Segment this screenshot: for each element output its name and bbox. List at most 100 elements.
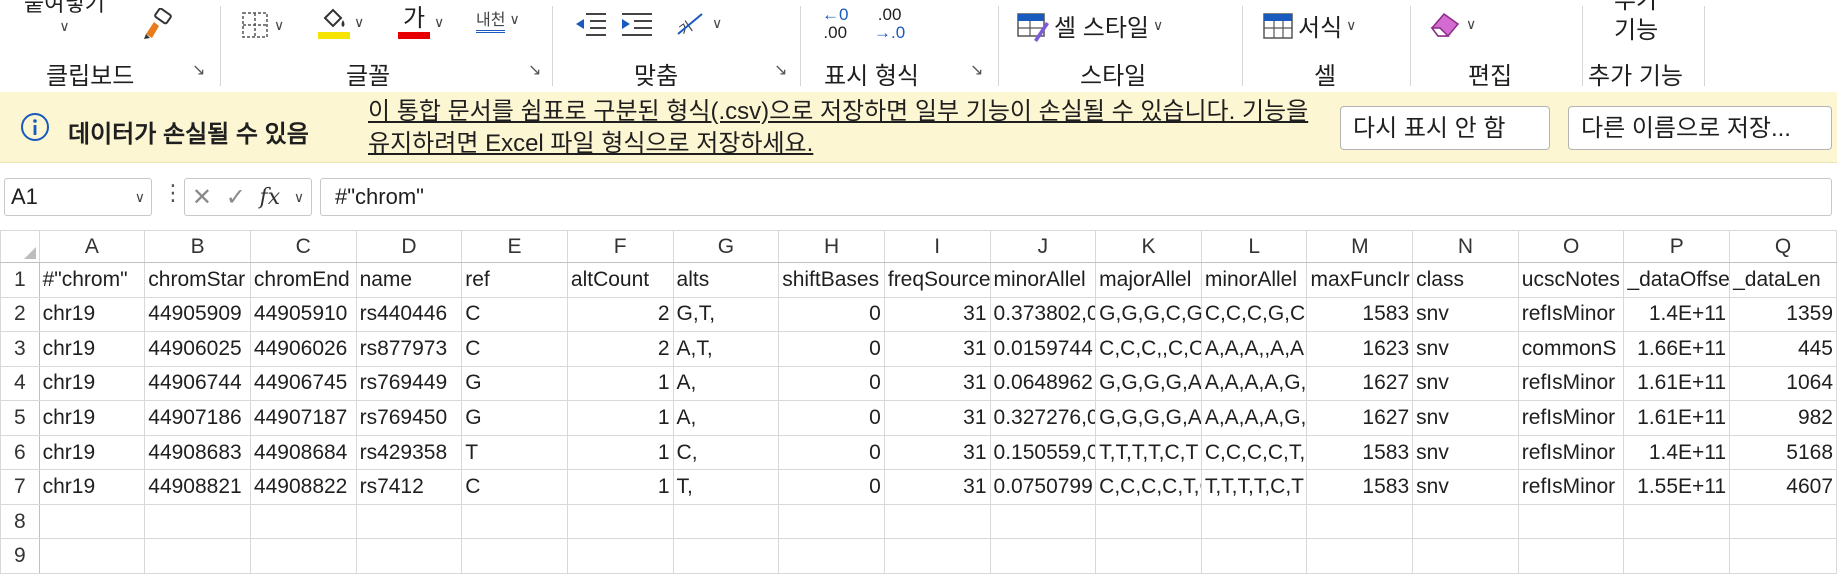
grid-cell[interactable]: 1.4E+11 (1623, 296, 1731, 333)
grid-cell[interactable]: rs769449 (355, 365, 463, 402)
grid-cell[interactable] (672, 538, 780, 574)
column-header-m[interactable]: M (1306, 230, 1414, 263)
grid-cell[interactable]: 1627 (1306, 365, 1414, 402)
grid-cell[interactable]: 44906025 (144, 331, 251, 367)
column-header-h[interactable]: H (778, 230, 885, 263)
grid-cell[interactable]: chr19 (38, 434, 146, 471)
grid-cell[interactable] (883, 503, 991, 540)
grid-cell[interactable] (1517, 503, 1625, 540)
chevron-down-icon[interactable]: ∨ (294, 189, 304, 206)
grid-cell[interactable]: G,G,G,G,A, (1095, 365, 1202, 402)
grid-cell[interactable]: 0 (778, 469, 885, 505)
chevron-down-icon[interactable]: ∨ (509, 11, 519, 28)
grid-cell[interactable]: C,C,C,C,T,C (1095, 469, 1202, 505)
row-header[interactable]: 1 (0, 262, 40, 298)
column-header-e[interactable]: E (461, 230, 568, 263)
dialog-launcher-icon[interactable]: ↘ (970, 62, 988, 80)
chevron-down-icon[interactable]: ∨ (274, 17, 284, 34)
row-header[interactable]: 3 (0, 331, 40, 367)
grid-cell[interactable]: G,G,G,G,A, (1095, 400, 1202, 436)
grid-cell[interactable]: T,T,T,T,C,T (1200, 469, 1308, 505)
grid-cell[interactable]: G,T, (672, 296, 780, 333)
chevron-down-icon[interactable]: ∨ (712, 15, 722, 32)
insert-function-button[interactable]: fx (260, 185, 281, 210)
grid-cell[interactable] (355, 538, 463, 574)
column-header-k[interactable]: K (1095, 230, 1202, 263)
addins-button[interactable]: 추가 기능 (1614, 0, 1658, 46)
grid-cell[interactable]: class (1412, 262, 1519, 298)
grid-cell[interactable] (144, 503, 251, 540)
grid-cell[interactable]: 1583 (1306, 469, 1414, 505)
grid-cell[interactable] (989, 538, 1097, 574)
grid-cell[interactable]: altCount (566, 262, 674, 298)
grid-cell[interactable]: 1583 (1306, 434, 1414, 471)
grid-cell[interactable] (1095, 503, 1202, 540)
grid-cell[interactable]: 31 (883, 400, 991, 436)
grid-cell[interactable]: refIsMinor (1517, 469, 1625, 505)
grid-cell[interactable]: 982 (1729, 400, 1837, 436)
grid-cell[interactable]: shiftBases (778, 262, 885, 298)
grid-cell[interactable]: 2 (566, 331, 674, 367)
grid-cell[interactable]: A,T, (672, 331, 780, 367)
grid-cell[interactable] (1623, 538, 1731, 574)
grid-cell[interactable]: A,A,A,A,G,A (1200, 365, 1308, 402)
row-header[interactable]: 2 (0, 296, 40, 333)
grid-cell[interactable]: majorAllel (1095, 262, 1202, 298)
grid-cell[interactable] (1729, 503, 1837, 540)
grid-cell[interactable]: refIsMinor (1517, 296, 1625, 333)
grid-cell[interactable]: snv (1412, 400, 1519, 436)
grid-cell[interactable]: chr19 (38, 400, 146, 436)
message-body-link[interactable]: 이 통합 문서를 쉼표로 구분된 형식(.csv)으로 저장하면 일부 기능이 … (368, 96, 1318, 160)
paste-button[interactable]: 붙여넣기 ∨ (24, 0, 105, 35)
grid-cell[interactable]: _dataLen (1729, 262, 1837, 298)
grid-cell[interactable]: ref (461, 262, 568, 298)
grid-cell[interactable]: snv (1412, 296, 1519, 333)
grid-cell[interactable]: 44905909 (144, 296, 251, 333)
grid-cell[interactable]: chr19 (38, 469, 146, 505)
grid-cell[interactable]: T, (672, 469, 780, 505)
grid-cell[interactable]: A,A,A,A,G,A (1200, 400, 1308, 436)
grid-cell[interactable]: 0.150559,0 (989, 434, 1097, 471)
row-header[interactable]: 7 (0, 469, 40, 505)
grid-cell[interactable]: alts (672, 262, 780, 298)
grid-cell[interactable]: A, (672, 365, 780, 402)
grid-cell[interactable]: C, (672, 434, 780, 471)
grid-cell[interactable] (883, 538, 991, 574)
grid-cell[interactable]: 31 (883, 469, 991, 505)
grid-cell[interactable]: 31 (883, 331, 991, 367)
grid-cell[interactable]: 0 (778, 400, 885, 436)
column-header-d[interactable]: D (355, 230, 463, 263)
grid-cell[interactable]: C,C,C,C,T,C (1200, 434, 1308, 471)
grid-cell[interactable]: 1.61E+11 (1623, 400, 1731, 436)
column-header-l[interactable]: L (1200, 230, 1308, 263)
increase-indent-button[interactable] (620, 10, 654, 38)
cancel-icon[interactable]: ✕ (192, 183, 212, 212)
grid-cell[interactable]: name (355, 262, 463, 298)
select-all-button[interactable] (0, 230, 40, 263)
chevron-down-icon[interactable]: ∨ (434, 14, 444, 31)
grid-cell[interactable]: 0.0750799 (989, 469, 1097, 505)
font-color-button[interactable]: 가 ∨ (398, 6, 444, 39)
grid-cell[interactable]: 0 (778, 434, 885, 471)
grid-cell[interactable]: C (461, 296, 568, 333)
column-header-q[interactable]: Q (1729, 230, 1837, 263)
grid-cell[interactable]: rs769450 (355, 400, 463, 436)
row-header[interactable]: 6 (0, 434, 40, 471)
grid-cell[interactable] (1623, 503, 1731, 540)
grid-cell[interactable]: C,C,C,G,C,C (1200, 296, 1308, 333)
grid-cell[interactable]: 0.0159744 (989, 331, 1097, 367)
grid-cell[interactable]: 2 (566, 296, 674, 333)
grid-cell[interactable]: T,T,T,T,C,T (1095, 434, 1202, 471)
grid-cell[interactable]: 0.327276,0 (989, 400, 1097, 436)
format-cells-button[interactable]: 서식 ∨ (1262, 8, 1356, 43)
grid-cell[interactable] (1200, 503, 1308, 540)
grid-cell[interactable]: 445 (1729, 331, 1837, 367)
grid-cell[interactable]: 1583 (1306, 296, 1414, 333)
chevron-down-icon[interactable]: ∨ (354, 14, 364, 31)
grid-cell[interactable]: C (461, 331, 568, 367)
grid-cell[interactable]: C (461, 469, 568, 505)
grid-cell[interactable]: refIsMinor (1517, 400, 1625, 436)
grid-cell[interactable]: 44907186 (144, 400, 251, 436)
grid-cell[interactable] (355, 503, 463, 540)
grid-cell[interactable]: 0 (778, 331, 885, 367)
